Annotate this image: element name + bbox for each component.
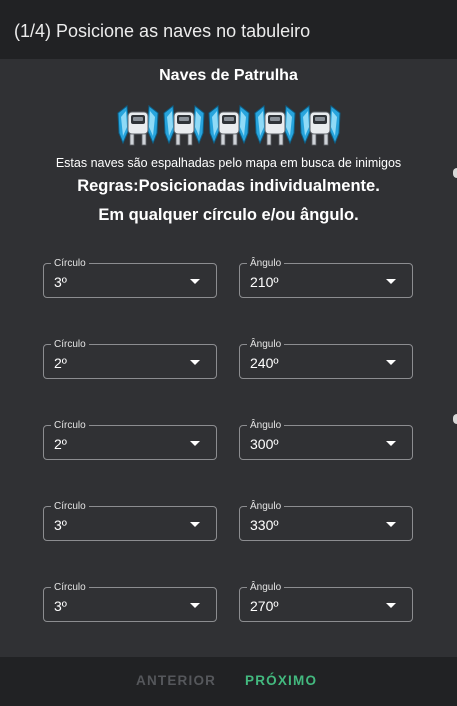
circle-select[interactable]: Círculo 2º — [43, 339, 217, 379]
placement-dialog: (1/4) Posicione as naves no tabuleiro Na… — [0, 0, 457, 706]
dropdown-arrow-icon — [386, 603, 396, 608]
background-edge-marker — [453, 414, 457, 424]
circle-select[interactable]: Círculo 3º — [43, 501, 217, 541]
angle-select-value: 240º — [250, 355, 279, 371]
patrol-ship-icon — [253, 103, 297, 149]
angle-select-value: 210º — [250, 274, 279, 290]
dropdown-arrow-icon — [190, 603, 200, 608]
angle-select[interactable]: Ângulo 270º — [239, 582, 413, 622]
dropdown-arrow-icon — [386, 441, 396, 446]
dropdown-arrow-icon — [190, 522, 200, 527]
circle-select-value: 3º — [54, 517, 67, 533]
circle-select[interactable]: Círculo 3º — [43, 258, 217, 298]
placement-row: Círculo 2º Ângulo 300º — [0, 420, 457, 461]
dropdown-arrow-icon — [386, 279, 396, 284]
previous-button[interactable]: ANTERIOR — [136, 673, 216, 688]
dropdown-arrow-icon — [190, 441, 200, 446]
angle-select[interactable]: Ângulo 210º — [239, 258, 413, 298]
circle-select-label: Círculo — [51, 582, 89, 593]
angle-select[interactable]: Ângulo 330º — [239, 501, 413, 541]
circle-select-value: 3º — [54, 274, 67, 290]
patrol-ship-icon — [162, 103, 206, 149]
placement-row: Círculo 2º Ângulo 240º — [0, 339, 457, 380]
angle-select-label: Ângulo — [247, 501, 285, 512]
circle-select-label: Círculo — [51, 420, 89, 431]
circle-select-label: Círculo — [51, 258, 89, 269]
dropdown-arrow-icon — [386, 360, 396, 365]
circle-select-value: 2º — [54, 436, 67, 452]
dialog-footer: ANTERIOR PRÓXIMO — [0, 657, 457, 706]
next-button[interactable]: PRÓXIMO — [245, 673, 317, 688]
circle-select-label: Círculo — [51, 501, 89, 512]
patrol-ship-icon — [298, 103, 342, 149]
circle-select-value: 3º — [54, 598, 67, 614]
angle-select-label: Ângulo — [247, 420, 285, 431]
ship-type-title: Naves de Patrulha — [159, 67, 298, 84]
angle-select-value: 330º — [250, 517, 279, 533]
circle-select[interactable]: Círculo 3º — [43, 582, 217, 622]
dropdown-arrow-icon — [190, 360, 200, 365]
dialog-header: (1/4) Posicione as naves no tabuleiro — [0, 0, 457, 59]
angle-select-value: 300º — [250, 436, 279, 452]
angle-select[interactable]: Ângulo 240º — [239, 339, 413, 379]
dialog-content: Naves de Patrulha Estas naves são espalh… — [0, 59, 457, 657]
placement-row: Círculo 3º Ângulo 270º — [0, 582, 457, 623]
dropdown-arrow-icon — [386, 522, 396, 527]
angle-select-label: Ângulo — [247, 582, 285, 593]
ship-description: Estas naves são espalhadas pelo mapa em … — [55, 156, 402, 170]
background-edge-marker — [453, 168, 457, 178]
dialog-title: (1/4) Posicione as naves no tabuleiro — [14, 21, 311, 41]
patrol-ship-icon — [116, 103, 160, 149]
placement-row: Círculo 3º Ângulo 330º — [0, 501, 457, 542]
rules-line-1: Regras:Posicionadas individualmente. — [77, 177, 380, 195]
circle-select-label: Círculo — [51, 339, 89, 350]
ship-icons-row — [116, 103, 342, 149]
patrol-ship-icon — [207, 103, 251, 149]
angle-select-value: 270º — [250, 598, 279, 614]
circle-select-value: 2º — [54, 355, 67, 371]
dropdown-arrow-icon — [190, 279, 200, 284]
circle-select[interactable]: Círculo 2º — [43, 420, 217, 460]
angle-select-label: Ângulo — [247, 339, 285, 350]
rules-line-2: Em qualquer círculo e/ou ângulo. — [98, 206, 359, 224]
placement-row: Círculo 3º Ângulo 210º — [0, 258, 457, 299]
angle-select[interactable]: Ângulo 300º — [239, 420, 413, 460]
angle-select-label: Ângulo — [247, 258, 285, 269]
